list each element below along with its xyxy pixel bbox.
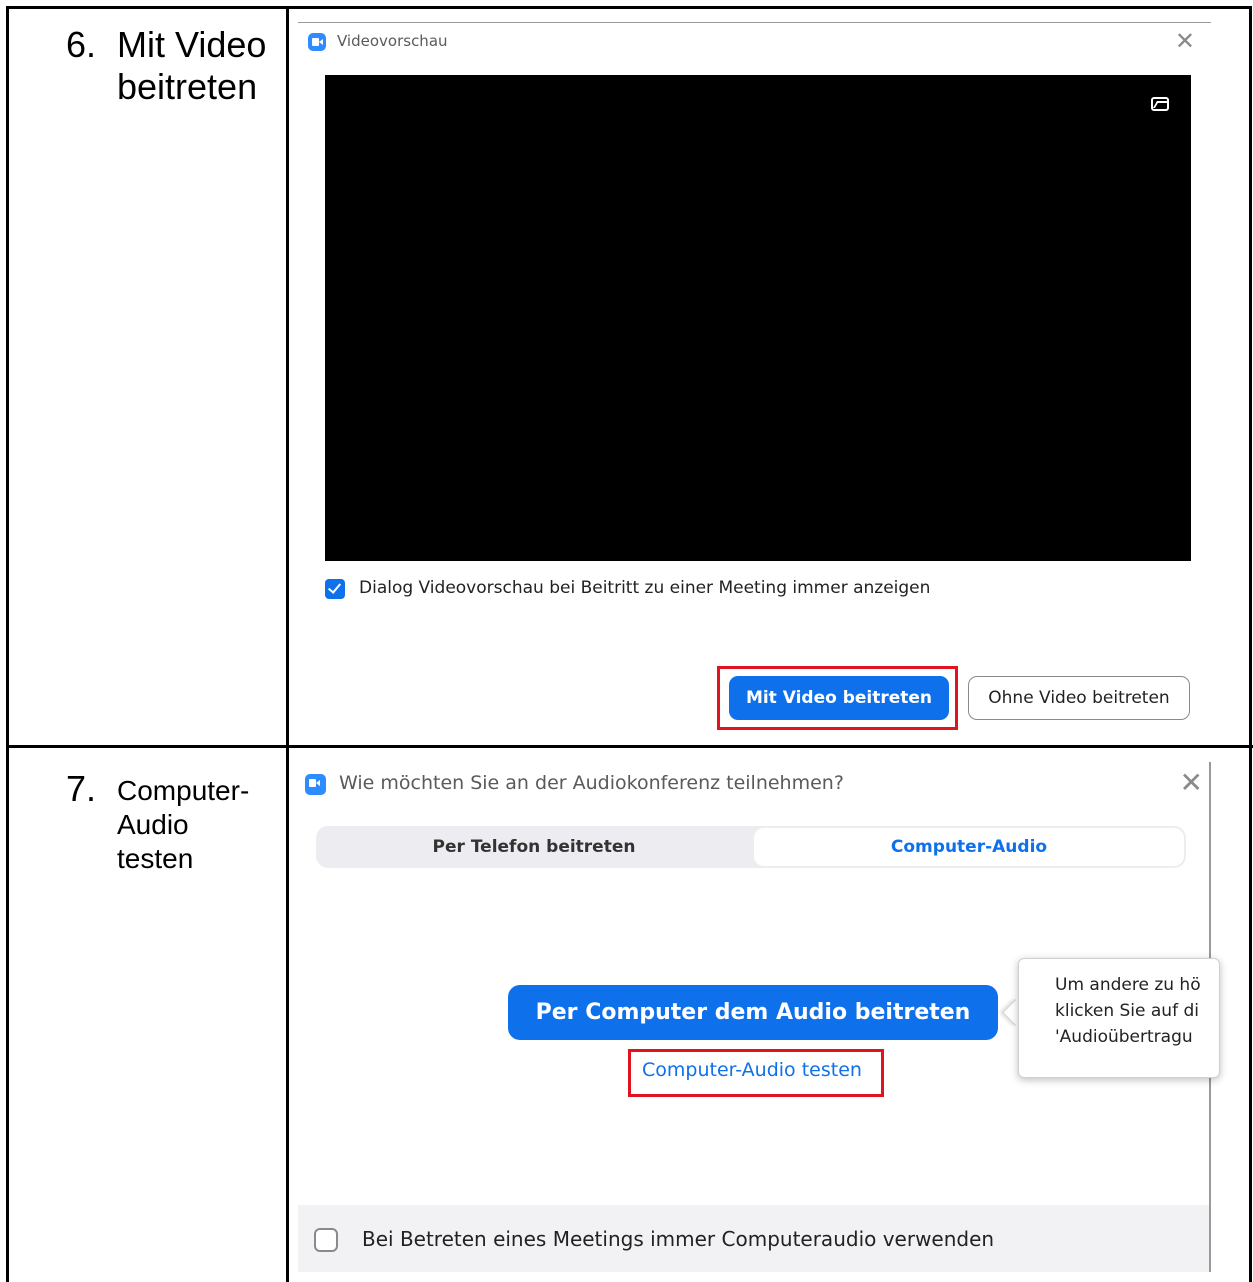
checkbox-checked-icon[interactable]	[325, 579, 345, 599]
audio-dialog: Wie möchten Sie an der Audiokonferenz te…	[298, 762, 1220, 1272]
audio-tabs: Per Telefon beitreten Computer-Audio	[316, 826, 1186, 868]
zoom-logo-icon	[305, 774, 326, 795]
background-image-icon[interactable]	[1151, 97, 1169, 111]
zoom-logo-icon	[308, 33, 326, 51]
step-label: Mit Video beitreten	[117, 24, 267, 107]
dialog-title: Wie möchten Sie an der Audiokonferenz te…	[339, 772, 844, 794]
row-divider	[6, 745, 1253, 748]
checkbox-empty-icon[interactable]	[314, 1228, 338, 1252]
close-icon[interactable]: ✕	[1180, 766, 1203, 799]
step-number: 7.	[66, 768, 97, 809]
column-divider	[286, 6, 289, 1282]
tab-phone[interactable]: Per Telefon beitreten	[316, 826, 752, 868]
step-number: 6.	[66, 24, 97, 65]
video-preview-dialog: Videovorschau ✕ Dialog Videovorschau bei…	[298, 22, 1211, 735]
tooltip-line: Um andere zu hö	[1055, 975, 1201, 995]
dialog-title: Videovorschau	[337, 32, 448, 50]
dialog-titlebar: Videovorschau ✕	[298, 23, 1211, 63]
dialog-footer: Bei Betreten eines Meetings immer Comput…	[298, 1205, 1209, 1272]
join-with-video-button[interactable]: Mit Video beitreten	[729, 676, 949, 720]
step-label: Computer- Audio testen	[117, 775, 250, 874]
test-computer-audio-link[interactable]: Computer-Audio testen	[642, 1059, 862, 1081]
video-preview	[325, 75, 1191, 561]
join-without-video-button[interactable]: Ohne Video beitreten	[968, 676, 1190, 720]
tooltip-line: klicken Sie auf di	[1055, 1001, 1199, 1021]
checkbox-label: Dialog Videovorschau bei Beitritt zu ein…	[359, 578, 931, 598]
footer-checkbox-label: Bei Betreten eines Meetings immer Comput…	[362, 1227, 995, 1251]
tab-computer-audio[interactable]: Computer-Audio	[754, 828, 1184, 866]
tooltip-line: 'Audioübertragu	[1055, 1027, 1193, 1047]
join-computer-audio-button[interactable]: Per Computer dem Audio beitreten	[508, 985, 998, 1040]
tooltip: Um andere zu hö klicken Sie auf di 'Audi…	[1018, 958, 1220, 1078]
close-icon[interactable]: ✕	[1175, 27, 1195, 55]
